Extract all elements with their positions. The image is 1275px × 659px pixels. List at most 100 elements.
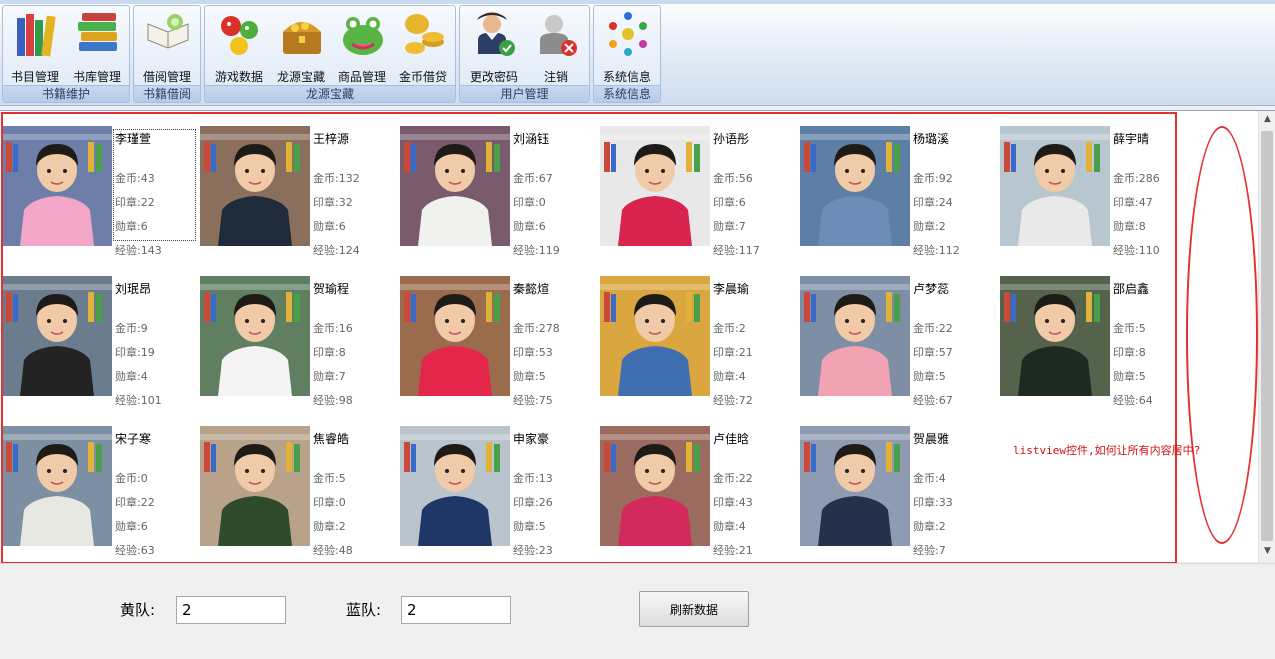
student-card[interactable]: 贺瑜程 金币:16 印章:8 勋章:7 经验:98: [200, 276, 400, 407]
student-photo: [200, 126, 310, 246]
student-card[interactable]: 宋子寒 金币:0 印章:22 勋章:6 经验:63: [2, 426, 202, 557]
medals-stat: 勋章:6: [313, 220, 346, 233]
refresh-data-button[interactable]: 刷新数据: [639, 591, 749, 627]
exp-stat: 经验:110: [1113, 244, 1160, 257]
coins-stat: 金币:132: [313, 172, 360, 185]
longyuan-treasure-label: 龙源宝藏: [276, 70, 325, 84]
game-data-button[interactable]: 游戏数据: [209, 10, 269, 84]
group-title-book-lending: 书籍借阅: [134, 85, 200, 102]
scrollbar-thumb[interactable]: [1261, 131, 1273, 541]
scroll-up-arrow-icon[interactable]: ▲: [1259, 111, 1275, 128]
student-card[interactable]: 李晨瑜 金币:2 印章:21 勋章:4 经验:72: [600, 276, 800, 407]
annotation-text: listview控件,如何让所有内容居中?: [1013, 444, 1201, 457]
student-name: 卢佳晗: [713, 432, 750, 446]
student-card[interactable]: 刘涵钰 金币:67 印章:0 勋章:6 经验:119: [400, 126, 600, 257]
medals-stat: 勋章:5: [913, 370, 946, 383]
student-name: 秦懿煊: [513, 282, 550, 296]
exp-stat: 经验:75: [513, 394, 553, 407]
seals-stat: 印章:57: [913, 346, 953, 359]
medals-stat: 勋章:2: [913, 520, 946, 533]
group-title-book-maintenance: 书籍维护: [3, 85, 129, 102]
student-card[interactable]: 贺晨雅 金币:4 印章:33 勋章:2 经验:7: [800, 426, 1000, 557]
group-book-lending: 借阅管理 书籍借阅: [133, 5, 201, 103]
system-info-button[interactable]: 系统信息: [597, 10, 657, 84]
scroll-down-arrow-icon[interactable]: ▼: [1259, 543, 1275, 560]
student-photo: [800, 426, 910, 546]
student-name: 杨璐溪: [913, 132, 950, 146]
student-card[interactable]: 卢佳晗 金币:22 印章:43 勋章:4 经验:21: [600, 426, 800, 557]
group-user-management: 更改密码 注销 用户管理: [459, 5, 590, 103]
longyuan-treasure-button[interactable]: 龙源宝藏: [271, 10, 331, 84]
student-card[interactable]: 邵启鑫 金币:5 印章:8 勋章:5 经验:64: [1000, 276, 1200, 407]
coins-stat: 金币:22: [913, 322, 953, 335]
student-card[interactable]: 薛宇晴 金币:286 印章:47 勋章:8 经验:110: [1000, 126, 1200, 257]
student-card[interactable]: 卢梦蕊 金币:22 印章:57 勋章:5 经验:67: [800, 276, 1000, 407]
group-system-info: 系统信息 系统信息: [593, 5, 661, 103]
exp-stat: 经验:119: [513, 244, 560, 257]
student-name: 薛宇晴: [1113, 132, 1150, 146]
lending-management-button[interactable]: 借阅管理: [137, 10, 197, 84]
student-name: 刘珉昂: [115, 282, 152, 296]
group-longyuan-treasure: 游戏数据 龙源宝藏 商品管理 金币借贷 龙源宝藏: [204, 5, 456, 103]
change-password-button[interactable]: 更改密码: [464, 10, 524, 84]
student-card[interactable]: 杨璐溪 金币:92 印章:24 勋章:2 经验:112: [800, 126, 1000, 257]
yellow-team-input[interactable]: [176, 596, 286, 624]
exp-stat: 经验:124: [313, 244, 360, 257]
exp-stat: 经验:48: [313, 544, 353, 557]
student-photo: [600, 126, 710, 246]
seals-stat: 印章:22: [115, 496, 155, 509]
exp-stat: 经验:143: [115, 244, 162, 257]
listview-vertical-scrollbar[interactable]: ▲ ▼: [1258, 111, 1275, 562]
logout-label: 注销: [543, 70, 568, 84]
logout-button[interactable]: 注销: [526, 10, 586, 84]
product-management-button[interactable]: 商品管理: [332, 10, 392, 84]
seals-stat: 印章:0: [313, 496, 346, 509]
focus-rectangle: [113, 129, 196, 241]
yellow-team-label: 黄队:: [120, 601, 156, 619]
medals-stat: 勋章:8: [1113, 220, 1146, 233]
student-name: 贺晨雅: [913, 432, 950, 446]
student-name: 贺瑜程: [313, 282, 350, 296]
exp-stat: 经验:98: [313, 394, 353, 407]
student-card[interactable]: 孙语彤 金币:56 印章:6 勋章:7 经验:117: [600, 126, 800, 257]
student-photo: [1000, 126, 1110, 246]
group-book-maintenance: 书目管理 书库管理 书籍维护: [2, 5, 130, 103]
library-management-button[interactable]: 书库管理: [67, 10, 127, 84]
seals-stat: 印章:43: [713, 496, 753, 509]
student-listview[interactable]: 李瑾萱 金币:43 印章:22 勋章:6 经验:143 王梓源 金币:132 印章:32 勋章:…: [0, 110, 1275, 562]
medals-stat: 勋章:6: [513, 220, 546, 233]
student-card[interactable]: 刘珉昂 金币:9 印章:19 勋章:4 经验:101: [2, 276, 202, 407]
seals-stat: 印章:6: [713, 196, 746, 209]
student-photo: [200, 426, 310, 546]
library-management-label: 书库管理: [72, 70, 121, 84]
user-remove-icon: [540, 15, 577, 56]
gold-coins-icon: [405, 14, 444, 54]
exp-stat: 经验:23: [513, 544, 553, 557]
student-name: 焦睿皓: [313, 432, 350, 446]
blue-team-input[interactable]: [401, 596, 511, 624]
student-card[interactable]: 王梓源 金币:132 印章:32 勋章:6 经验:124: [200, 126, 400, 257]
medals-stat: 勋章:6: [115, 520, 148, 533]
coin-lending-button[interactable]: 金币借贷: [393, 10, 453, 84]
seals-stat: 印章:0: [513, 196, 546, 209]
student-name: 邵启鑫: [1113, 282, 1150, 296]
coins-stat: 金币:286: [1113, 172, 1160, 185]
group-title-user-management: 用户管理: [460, 85, 589, 102]
student-card[interactable]: 申家豪 金币:13 印章:26 勋章:5 经验:23: [400, 426, 600, 557]
exp-stat: 经验:112: [913, 244, 960, 257]
coins-stat: 金币:2: [713, 322, 746, 335]
student-name: 卢梦蕊: [913, 282, 950, 296]
medals-stat: 勋章:5: [513, 370, 546, 383]
coins-stat: 金币:9: [115, 322, 148, 335]
student-card[interactable]: 焦睿皓 金币:5 印章:0 勋章:2 经验:48: [200, 426, 400, 557]
student-card[interactable]: 李瑾萱 金币:43 印章:22 勋章:6 经验:143: [2, 126, 202, 257]
catalog-management-button[interactable]: 书目管理: [5, 10, 65, 84]
exp-stat: 经验:63: [115, 544, 155, 557]
game-data-label: 游戏数据: [214, 70, 263, 84]
frog-icon: [343, 17, 383, 55]
catalog-management-label: 书目管理: [10, 70, 59, 84]
student-card[interactable]: 秦懿煊 金币:278 印章:53 勋章:5 经验:75: [400, 276, 600, 407]
student-photo: [600, 276, 710, 396]
seals-stat: 印章:26: [513, 496, 553, 509]
coins-stat: 金币:67: [513, 172, 553, 185]
